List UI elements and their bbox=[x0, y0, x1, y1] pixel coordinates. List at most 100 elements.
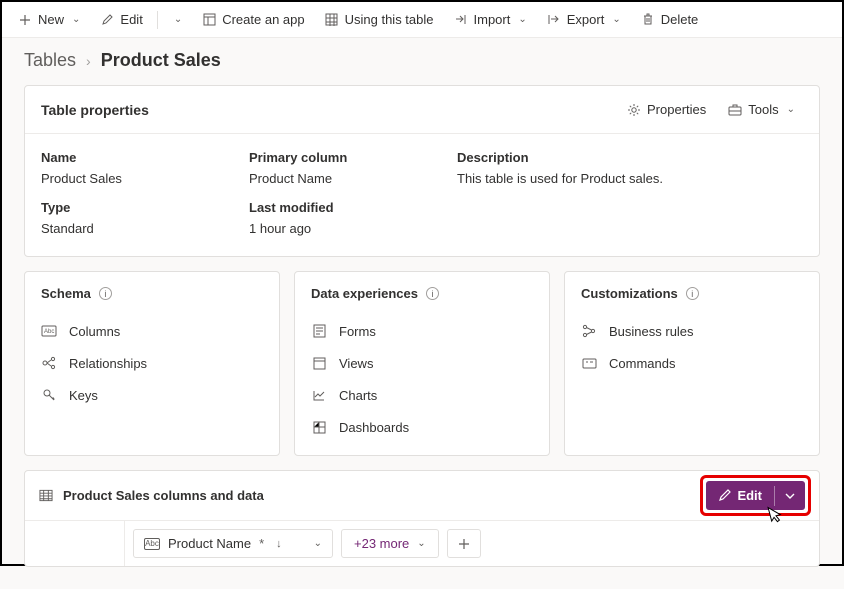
chevron-down-icon: ⌄ bbox=[612, 14, 620, 25]
plus-icon bbox=[458, 538, 470, 550]
import-button[interactable]: Import ⌄ bbox=[446, 8, 535, 31]
properties-label: Properties bbox=[647, 102, 706, 117]
edit-button[interactable]: Edit bbox=[92, 8, 150, 31]
edit-label: Edit bbox=[120, 12, 142, 27]
schema-columns[interactable]: Abc Columns bbox=[41, 321, 263, 341]
import-label: Import bbox=[474, 12, 511, 27]
edit-split-button[interactable] bbox=[775, 485, 805, 507]
content: Table properties Properties Tools ⌄ bbox=[2, 85, 842, 589]
sort-down-icon: ↓ bbox=[276, 538, 282, 550]
customizations-card: Customizations i Business rules Commands bbox=[564, 271, 820, 456]
breadcrumb-root[interactable]: Tables bbox=[24, 50, 76, 71]
tools-label: Tools bbox=[748, 102, 778, 117]
data-dashboards[interactable]: Dashboards bbox=[311, 417, 533, 437]
add-column-button[interactable] bbox=[447, 529, 481, 558]
import-icon bbox=[454, 13, 468, 27]
info-icon[interactable]: i bbox=[686, 287, 699, 300]
trash-icon bbox=[641, 13, 655, 27]
data-experiences-card: Data experiences i Forms Views bbox=[294, 271, 550, 456]
delete-button[interactable]: Delete bbox=[633, 8, 707, 31]
chevron-down-icon: ⌄ bbox=[314, 538, 322, 549]
primary-column-name: Product Name bbox=[168, 536, 251, 551]
prop-primary-label: Primary column bbox=[249, 150, 409, 165]
export-button[interactable]: Export ⌄ bbox=[539, 8, 629, 31]
more-columns-button[interactable]: +23 more ⌄ bbox=[341, 529, 439, 558]
required-asterisk: * bbox=[259, 536, 264, 551]
data-forms[interactable]: Forms bbox=[311, 321, 533, 341]
plus-icon bbox=[18, 13, 32, 27]
forms-icon bbox=[311, 323, 327, 339]
prop-primary: Primary column Product Name bbox=[249, 150, 409, 186]
new-label: New bbox=[38, 12, 64, 27]
export-label: Export bbox=[567, 12, 605, 27]
columns-data-card: Product Sales columns and data Edit bbox=[24, 470, 820, 567]
create-app-button[interactable]: Create an app bbox=[194, 8, 312, 31]
toolbox-icon bbox=[728, 103, 742, 117]
prop-modified-label: Last modified bbox=[249, 200, 409, 215]
data-forms-label: Forms bbox=[339, 324, 376, 339]
primary-column-chip[interactable]: Abc Product Name * ↓ ⌄ bbox=[133, 529, 333, 558]
gear-icon bbox=[627, 103, 641, 117]
breadcrumb: Tables › Product Sales bbox=[2, 38, 842, 85]
separator bbox=[157, 11, 158, 29]
chevron-down-icon bbox=[785, 492, 795, 500]
business-rules-icon bbox=[581, 323, 597, 339]
schema-keys-label: Keys bbox=[69, 388, 98, 403]
custom-commands[interactable]: Commands bbox=[581, 353, 803, 373]
prop-type: Type Standard bbox=[41, 200, 201, 236]
views-icon bbox=[311, 355, 327, 371]
chevron-down-icon: ⌄ bbox=[787, 104, 795, 115]
info-icon[interactable]: i bbox=[99, 287, 112, 300]
schema-keys[interactable]: Keys bbox=[41, 385, 263, 405]
using-table-label: Using this table bbox=[345, 12, 434, 27]
chevron-down-icon: ⌄ bbox=[72, 14, 80, 25]
data-dashboards-label: Dashboards bbox=[339, 420, 409, 435]
prop-type-value: Standard bbox=[41, 221, 201, 236]
schema-columns-label: Columns bbox=[69, 324, 120, 339]
prop-name-value: Product Sales bbox=[41, 171, 201, 186]
chevron-down-icon: ⌄ bbox=[518, 14, 526, 25]
keys-icon bbox=[41, 387, 57, 403]
prop-name: Name Product Sales bbox=[41, 150, 201, 186]
new-button[interactable]: New ⌄ bbox=[10, 8, 88, 31]
prop-type-label: Type bbox=[41, 200, 201, 215]
chevron-down-icon: ⌄ bbox=[174, 14, 182, 25]
chevron-right-icon: › bbox=[86, 53, 91, 69]
relationships-icon bbox=[41, 355, 57, 371]
customizations-title: Customizations bbox=[581, 286, 678, 301]
tools-button[interactable]: Tools ⌄ bbox=[720, 98, 803, 121]
custom-business-rules-label: Business rules bbox=[609, 324, 694, 339]
prop-description: Description This table is used for Produ… bbox=[457, 150, 803, 186]
data-charts-label: Charts bbox=[339, 388, 377, 403]
command-bar: New ⌄ Edit ⌄ Create an app Using this ta… bbox=[2, 2, 842, 38]
data-views[interactable]: Views bbox=[311, 353, 533, 373]
columns-icon: Abc bbox=[41, 323, 57, 339]
text-column-icon: Abc bbox=[144, 538, 160, 550]
prop-modified: Last modified 1 hour ago bbox=[249, 200, 409, 236]
edit-button-wrap: Edit bbox=[706, 481, 805, 510]
data-charts[interactable]: Charts bbox=[311, 385, 533, 405]
schema-relationships[interactable]: Relationships bbox=[41, 353, 263, 373]
custom-commands-label: Commands bbox=[609, 356, 675, 371]
pencil-icon bbox=[718, 489, 731, 502]
schema-card: Schema i Abc Columns Relationships bbox=[24, 271, 280, 456]
section-row: Schema i Abc Columns Relationships bbox=[24, 271, 820, 456]
charts-icon bbox=[311, 387, 327, 403]
columns-row: Abc Product Name * ↓ ⌄ +23 more ⌄ bbox=[25, 520, 819, 566]
table-properties-card: Table properties Properties Tools ⌄ bbox=[24, 85, 820, 257]
properties-button[interactable]: Properties bbox=[619, 98, 714, 121]
table-properties-body: Name Product Sales Type Standard Primary… bbox=[25, 134, 819, 256]
svg-text:Abc: Abc bbox=[44, 329, 54, 335]
prop-description-label: Description bbox=[457, 150, 803, 165]
info-icon[interactable]: i bbox=[426, 287, 439, 300]
edit-data-button[interactable]: Edit bbox=[706, 481, 805, 510]
table-properties-header: Table properties Properties Tools ⌄ bbox=[25, 86, 819, 134]
using-table-button[interactable]: Using this table bbox=[317, 8, 442, 31]
delete-label: Delete bbox=[661, 12, 699, 27]
schema-title: Schema bbox=[41, 286, 91, 301]
edit-split-button[interactable]: ⌄ bbox=[164, 10, 190, 29]
custom-business-rules[interactable]: Business rules bbox=[581, 321, 803, 341]
table-icon bbox=[325, 13, 339, 27]
columns-data-title: Product Sales columns and data bbox=[39, 488, 264, 503]
chevron-down-icon: ⌄ bbox=[417, 538, 425, 549]
